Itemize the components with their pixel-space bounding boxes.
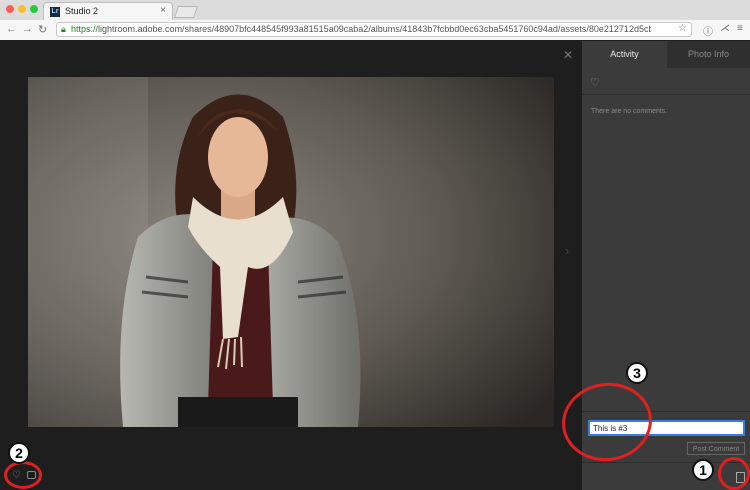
url-text: https://lightroom.adobe.com/shares/48907…: [71, 24, 651, 34]
annotation-circle-1: [718, 457, 750, 490]
annotation-badge-1: 1: [692, 459, 714, 481]
browser-chrome: Lr Studio 2 × ← → ↻ 🔒︎ https://lightroom…: [0, 0, 750, 40]
divider: [582, 94, 750, 95]
next-photo-chevron-icon[interactable]: ›: [565, 244, 569, 258]
tab-photo-info[interactable]: Photo Info: [667, 41, 750, 68]
navigation-bar: ← → ↻ 🔒︎ https://lightroom.adobe.com/sha…: [0, 20, 750, 40]
menu-icon[interactable]: ≡: [737, 23, 743, 34]
lock-icon: 🔒︎: [61, 24, 66, 34]
close-viewer-icon[interactable]: ✕: [563, 48, 573, 62]
forward-icon[interactable]: →: [22, 23, 33, 35]
post-comment-button[interactable]: Post Comment: [687, 442, 745, 455]
tab-title: Studio 2: [65, 6, 99, 16]
bookmark-star-icon[interactable]: ☆: [678, 23, 687, 34]
tab-activity[interactable]: Activity: [582, 41, 667, 68]
annotation-circle-2: [4, 461, 42, 489]
annotation-badge-2: 2: [8, 442, 30, 464]
photo: [28, 77, 554, 427]
info-icon[interactable]: ⓘ: [703, 23, 713, 38]
annotation-badge-3: 3: [626, 362, 648, 384]
zoom-window-button[interactable]: [30, 5, 38, 13]
extension-icon[interactable]: ⋌: [720, 23, 730, 34]
portrait-image: [28, 77, 554, 427]
like-heart-icon[interactable]: ♡: [590, 76, 600, 89]
close-tab-icon[interactable]: ×: [160, 5, 166, 16]
close-window-button[interactable]: [6, 5, 14, 13]
back-icon[interactable]: ←: [6, 23, 17, 35]
lightroom-favicon-icon: Lr: [50, 7, 60, 17]
reload-icon[interactable]: ↻: [38, 23, 47, 36]
new-tab-button[interactable]: [173, 6, 199, 18]
browser-tab[interactable]: Lr Studio 2 ×: [43, 2, 173, 20]
address-bar[interactable]: 🔒︎ https://lightroom.adobe.com/shares/48…: [56, 22, 692, 37]
no-comments-text: There are no comments.: [591, 108, 668, 115]
tab-strip: Lr Studio 2 ×: [0, 0, 750, 20]
minimize-window-button[interactable]: [18, 5, 26, 13]
